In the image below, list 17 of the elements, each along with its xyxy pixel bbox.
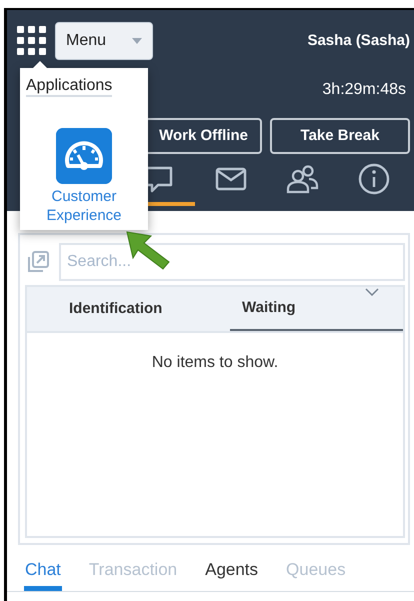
user-name: Sasha (Sasha): [307, 30, 410, 51]
take-break-button[interactable]: Take Break: [270, 118, 410, 154]
caret-icon: [132, 38, 142, 44]
empty-message: No items to show.: [150, 353, 280, 373]
search-field[interactable]: Search...: [59, 243, 405, 281]
info-icon: [357, 162, 392, 196]
menu-dropdown[interactable]: Menu: [55, 22, 153, 60]
apps-grid-icon[interactable]: [17, 26, 47, 56]
session-timer: 3h:29m:48s: [322, 80, 407, 100]
popup-title: Applications: [26, 76, 112, 98]
column-header[interactable]: Waiting: [230, 287, 403, 331]
app-link[interactable]: Customer Experience: [26, 188, 142, 226]
column-header[interactable]: Identification: [27, 287, 230, 331]
gauge-app-icon[interactable]: [56, 128, 112, 184]
bottom-tab[interactable]: Chat: [24, 557, 62, 590]
chevron-icon: [365, 288, 379, 296]
bottom-tab[interactable]: Agents: [204, 557, 260, 590]
